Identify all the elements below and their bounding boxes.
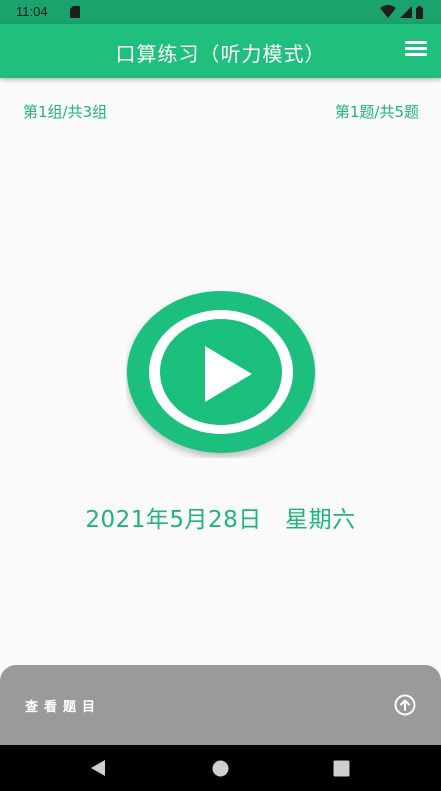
arrow-up-circle-icon[interactable] (394, 694, 416, 716)
sd-card-icon (70, 6, 80, 18)
signal-icon (400, 6, 412, 18)
navigation-bar (0, 745, 441, 791)
wifi-icon (380, 5, 396, 18)
view-questions-sheet[interactable]: 查看题目 (0, 665, 441, 745)
app-title: 口算练习（听力模式） (115, 42, 326, 66)
battery-icon (416, 5, 423, 19)
back-icon[interactable] (89, 759, 107, 777)
status-bar: 11:04 (0, 0, 441, 24)
app-bar: 口算练习（听力模式） (0, 24, 441, 78)
group-progress: 第1组/共3组 (23, 103, 108, 121)
question-progress: 第1题/共5题 (334, 103, 419, 121)
home-icon[interactable] (212, 760, 229, 777)
recent-apps-icon[interactable] (333, 760, 350, 777)
hamburger-menu-icon[interactable] (405, 41, 427, 61)
status-icons (380, 5, 423, 19)
status-time: 11:04 (16, 4, 48, 19)
play-button[interactable] (126, 290, 316, 458)
view-questions-label: 查看题目 (25, 700, 102, 715)
date-text: 2021年5月28日 星期六 (85, 507, 356, 533)
